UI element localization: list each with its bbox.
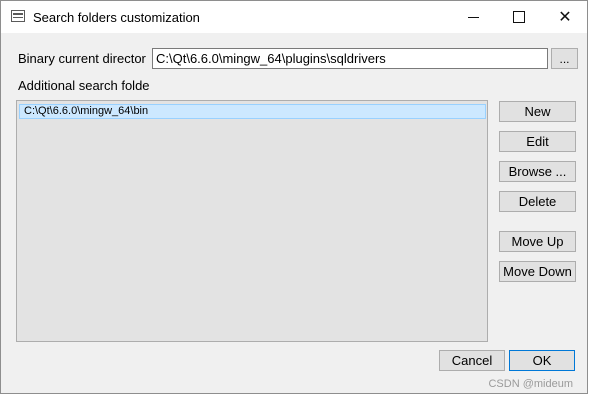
dialog-window: Search folders customization ✕ Binary cu…: [0, 0, 588, 394]
cancel-button[interactable]: Cancel: [439, 350, 505, 371]
minimize-button[interactable]: [450, 1, 496, 33]
edit-button[interactable]: Edit: [499, 131, 576, 152]
delete-button[interactable]: Delete: [499, 191, 576, 212]
title-bar: Search folders customization ✕: [1, 1, 587, 33]
binary-dir-input[interactable]: [152, 48, 548, 69]
browse-button[interactable]: Browse ...: [499, 161, 576, 182]
list-item[interactable]: C:\Qt\6.6.0\mingw_64\bin: [19, 104, 486, 119]
new-button[interactable]: New: [499, 101, 576, 122]
browse-binary-button[interactable]: ...: [551, 48, 578, 69]
minimize-icon: [467, 16, 479, 18]
ok-button[interactable]: OK: [509, 350, 575, 371]
move-up-button[interactable]: Move Up: [499, 231, 576, 252]
maximize-icon: [513, 11, 525, 23]
move-down-button[interactable]: Move Down: [499, 261, 576, 282]
background-strip: [0, 394, 590, 398]
search-folders-list[interactable]: C:\Qt\6.6.0\mingw_64\bin: [16, 100, 488, 342]
window-title: Search folders customization: [33, 10, 200, 25]
app-icon: [11, 10, 25, 22]
close-icon: ✕: [558, 9, 572, 26]
binary-dir-label: Binary current director: [18, 51, 146, 66]
additional-folders-label: Additional search folde: [18, 78, 150, 93]
close-button[interactable]: ✕: [542, 1, 588, 33]
maximize-button[interactable]: [496, 1, 542, 33]
watermark: CSDN @mideum: [488, 378, 573, 390]
